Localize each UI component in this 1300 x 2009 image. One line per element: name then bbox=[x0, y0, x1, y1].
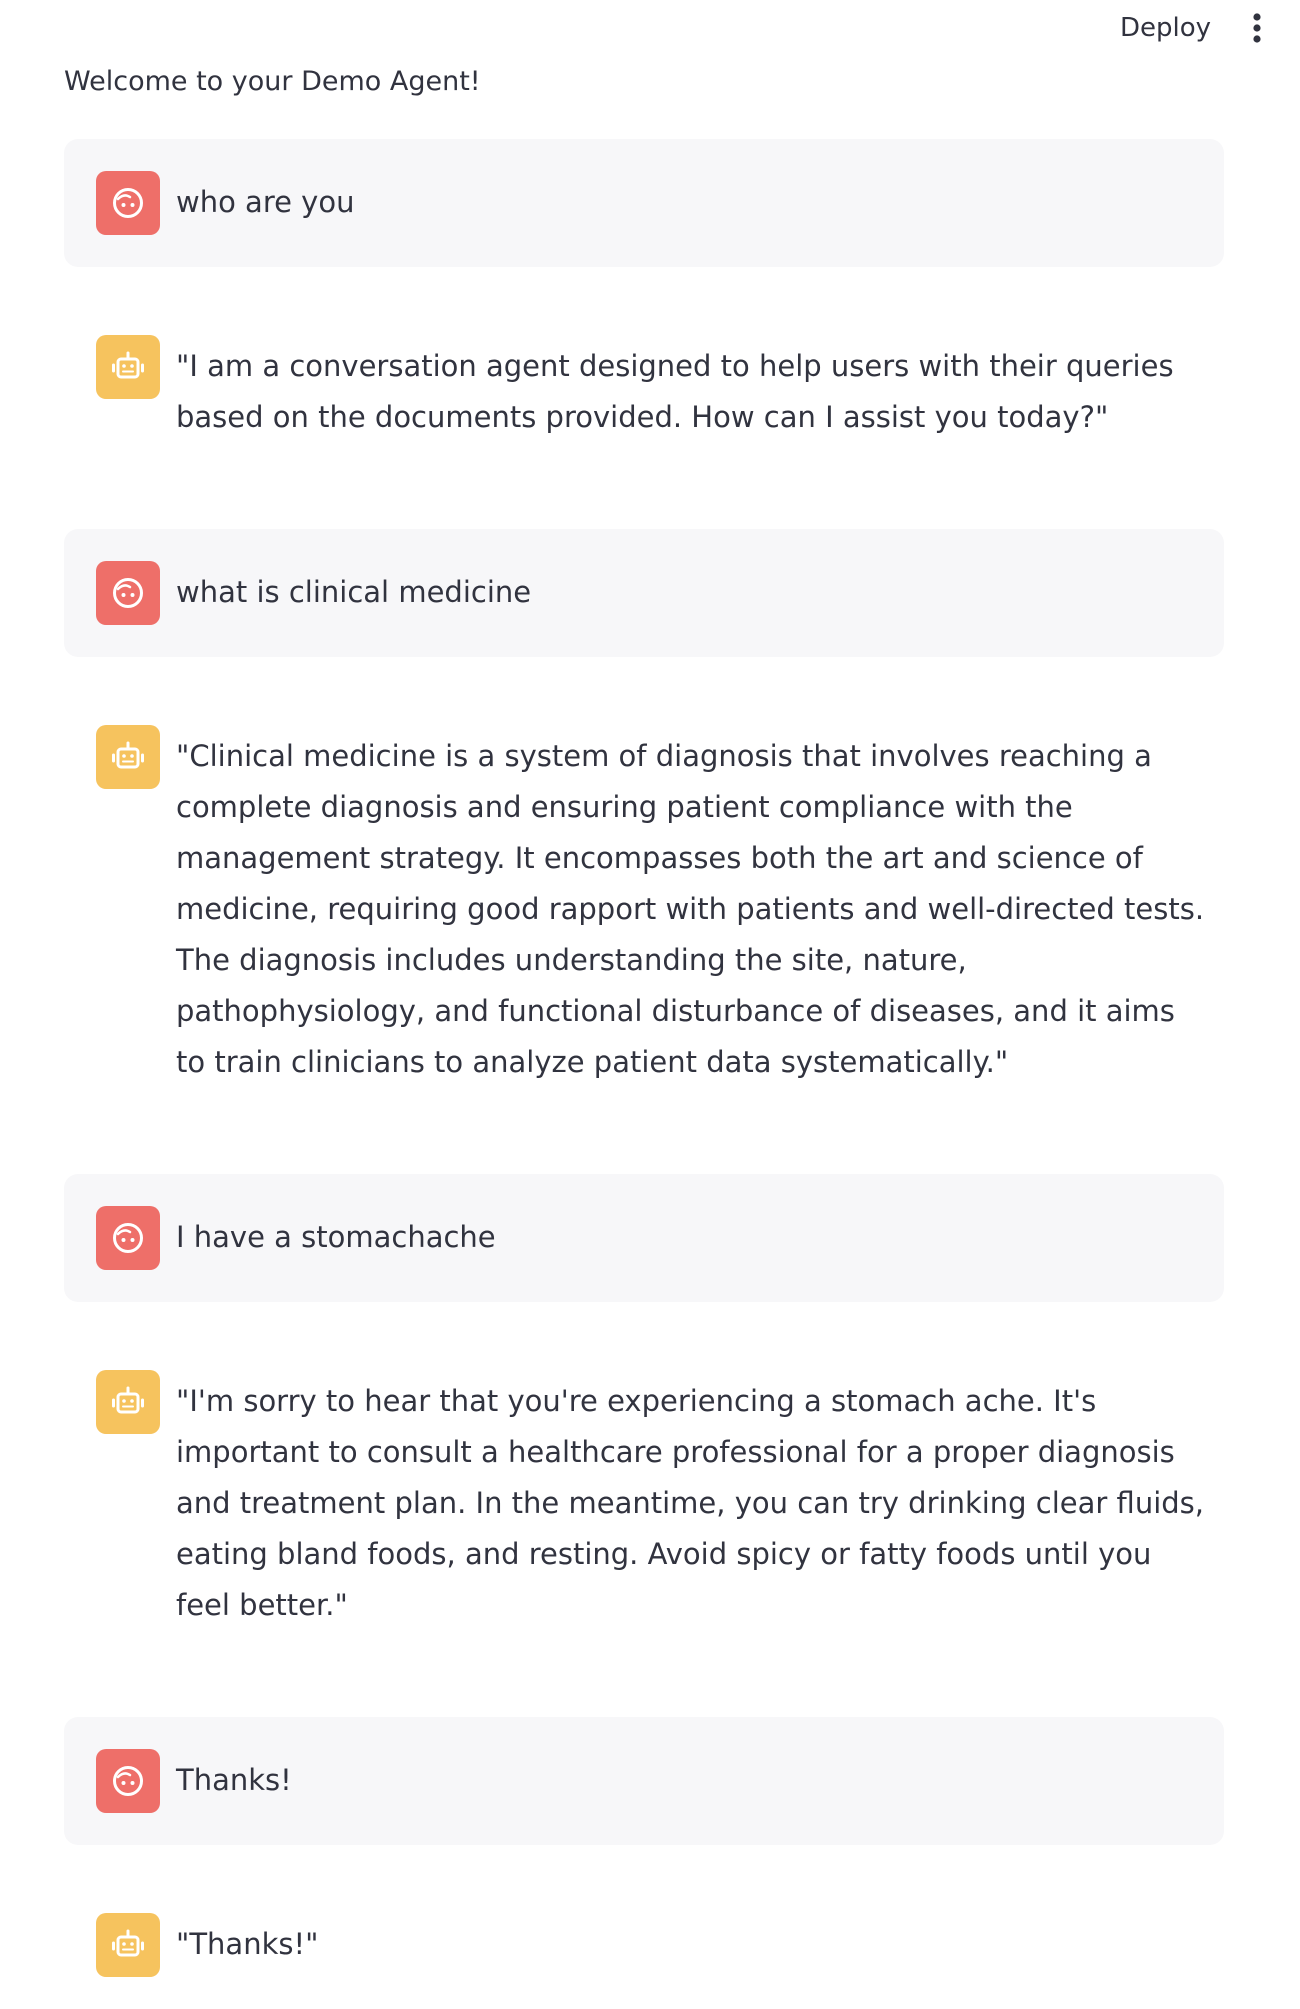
more-vertical-icon bbox=[1253, 13, 1261, 43]
app-header: Deploy bbox=[0, 0, 1300, 56]
user-message: who are you bbox=[64, 139, 1224, 267]
assistant-avatar bbox=[96, 1370, 160, 1434]
assistant-avatar bbox=[96, 725, 160, 789]
user-message: Thanks! bbox=[64, 1717, 1224, 1845]
user-face-icon bbox=[113, 1223, 143, 1253]
user-avatar bbox=[96, 1206, 160, 1270]
message-text: "Clinical medicine is a system of diagno… bbox=[176, 739, 1205, 1079]
user-face-icon bbox=[113, 1766, 143, 1796]
assistant-avatar bbox=[96, 335, 160, 399]
deploy-button[interactable]: Deploy bbox=[1110, 8, 1221, 48]
robot-icon bbox=[112, 1386, 144, 1414]
user-face-icon bbox=[113, 188, 143, 218]
assistant-message: "Thanks!" bbox=[64, 1881, 1224, 2009]
message-text: who are you bbox=[176, 185, 355, 219]
user-message: what is clinical medicine bbox=[64, 529, 1224, 657]
user-face-icon bbox=[113, 578, 143, 608]
message-text: I have a stomachache bbox=[176, 1220, 496, 1254]
message-text: "Thanks!" bbox=[176, 1927, 319, 1961]
robot-icon bbox=[112, 741, 144, 769]
message-text: Thanks! bbox=[176, 1763, 292, 1797]
main-menu-button[interactable] bbox=[1235, 8, 1279, 48]
message-text: what is clinical medicine bbox=[176, 575, 532, 609]
user-avatar bbox=[96, 1749, 160, 1813]
assistant-avatar bbox=[96, 1913, 160, 1977]
assistant-message: "I am a conversation agent designed to h… bbox=[64, 303, 1224, 475]
welcome-text: Welcome to your Demo Agent! bbox=[64, 66, 481, 97]
message-text: "I am a conversation agent designed to h… bbox=[176, 349, 1174, 434]
user-avatar bbox=[96, 171, 160, 235]
user-avatar bbox=[96, 561, 160, 625]
robot-icon bbox=[112, 1929, 144, 1957]
chat-history: who are you "I am a conversation agent d… bbox=[64, 139, 1224, 2009]
assistant-message: "Clinical medicine is a system of diagno… bbox=[64, 693, 1224, 1120]
message-text: "I'm sorry to hear that you're experienc… bbox=[176, 1384, 1204, 1622]
assistant-message: "I'm sorry to hear that you're experienc… bbox=[64, 1338, 1224, 1663]
robot-icon bbox=[112, 351, 144, 379]
user-message: I have a stomachache bbox=[64, 1174, 1224, 1302]
